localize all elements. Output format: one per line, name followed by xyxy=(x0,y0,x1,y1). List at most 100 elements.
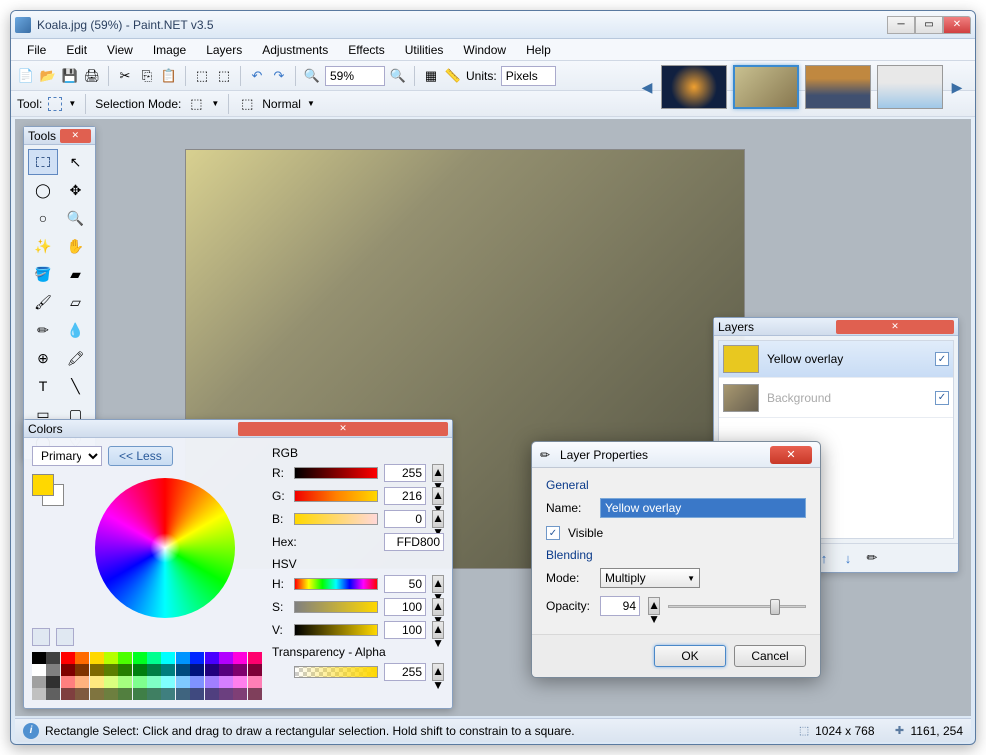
swatch[interactable] xyxy=(61,664,75,676)
r-input[interactable] xyxy=(384,464,426,482)
swatch[interactable] xyxy=(190,676,204,688)
layer-row-2[interactable]: Background ✓ xyxy=(719,378,953,418)
swatch[interactable] xyxy=(161,688,175,700)
move-selection-tool[interactable]: ↖ xyxy=(61,149,91,175)
swatch[interactable] xyxy=(219,688,233,700)
r-slider[interactable] xyxy=(294,467,378,479)
paintbrush-tool[interactable]: 🖌 xyxy=(28,289,58,315)
swatch[interactable] xyxy=(133,676,147,688)
layer-name-input[interactable] xyxy=(600,498,806,518)
less-button[interactable]: << Less xyxy=(108,446,173,466)
layer-properties-icon[interactable]: ✏ xyxy=(862,548,882,568)
clone-stamp-tool[interactable]: ⊕ xyxy=(28,345,58,371)
zoom-out-icon[interactable]: 🔍 xyxy=(303,67,321,85)
swatch[interactable] xyxy=(32,652,46,664)
swatch[interactable] xyxy=(75,652,89,664)
swatch[interactable] xyxy=(248,676,262,688)
layer-properties-dialog[interactable]: ✏ Layer Properties ✕ General Name: ✓ Vis… xyxy=(531,441,821,678)
color-swatches[interactable] xyxy=(32,474,68,510)
swatch[interactable] xyxy=(133,652,147,664)
minimize-button[interactable]: ─ xyxy=(887,16,915,34)
swatch[interactable] xyxy=(32,664,46,676)
color-wheel[interactable] xyxy=(95,478,235,618)
swatch[interactable] xyxy=(118,676,132,688)
titlebar[interactable]: Koala.jpg (59%) - Paint.NET v3.5 ─ ▭ ✕ xyxy=(11,11,975,39)
zoom-tool[interactable]: 🔍 xyxy=(61,205,91,231)
gradient-tool[interactable]: ▰ xyxy=(61,261,91,287)
close-button[interactable]: ✕ xyxy=(943,16,971,34)
swatch[interactable] xyxy=(118,652,132,664)
menu-adjustments[interactable]: Adjustments xyxy=(252,41,338,59)
redo-icon[interactable]: ↷ xyxy=(270,67,288,85)
tools-palette[interactable]: Tools ✕ ↖ ◯ ✥ ○ 🔍 ✨ ✋ 🪣 ▰ 🖌 ▱ ✏ 💧 ⊕ 🖍 T … xyxy=(23,126,96,460)
swatch[interactable] xyxy=(176,688,190,700)
opacity-spinner[interactable]: ▲▼ xyxy=(648,597,660,615)
swatch[interactable] xyxy=(90,664,104,676)
swatch[interactable] xyxy=(104,676,118,688)
move-pixels-tool[interactable]: ✥ xyxy=(61,177,91,203)
text-tool[interactable]: T xyxy=(28,373,58,399)
swatch[interactable] xyxy=(90,676,104,688)
thumb-prev-icon[interactable]: ◀ xyxy=(639,79,655,95)
layer-visible-1[interactable]: ✓ xyxy=(935,352,949,366)
maximize-button[interactable]: ▭ xyxy=(915,16,943,34)
r-spinner[interactable]: ▲▼ xyxy=(432,464,444,482)
swatch[interactable] xyxy=(190,652,204,664)
menu-utilities[interactable]: Utilities xyxy=(395,41,454,59)
swatch[interactable] xyxy=(147,652,161,664)
opacity-slider-thumb[interactable] xyxy=(770,599,780,615)
colors-palette[interactable]: Colors ✕ Primary << Less xyxy=(23,419,453,709)
swatch[interactable] xyxy=(90,652,104,664)
b-spinner[interactable]: ▲▼ xyxy=(432,510,444,528)
visible-checkbox[interactable]: ✓ xyxy=(546,526,560,540)
selected-tool-icon[interactable] xyxy=(48,97,62,111)
alpha-slider[interactable] xyxy=(294,666,378,678)
move-down-icon[interactable]: ↓ xyxy=(838,548,858,568)
selmode-dropdown-icon[interactable]: ▼ xyxy=(211,99,219,108)
b-slider[interactable] xyxy=(294,513,378,525)
pan-tool[interactable]: ✋ xyxy=(61,233,91,259)
swatch[interactable] xyxy=(46,688,60,700)
opacity-input[interactable] xyxy=(600,596,640,616)
swatch[interactable] xyxy=(104,688,118,700)
swatch[interactable] xyxy=(104,652,118,664)
swatch[interactable] xyxy=(46,664,60,676)
open-icon[interactable]: 📂 xyxy=(39,67,57,85)
new-icon[interactable]: 📄 xyxy=(17,67,35,85)
menu-window[interactable]: Window xyxy=(453,41,516,59)
a-spinner[interactable]: ▲▼ xyxy=(432,663,444,681)
menu-layers[interactable]: Layers xyxy=(196,41,252,59)
cancel-button[interactable]: Cancel xyxy=(734,645,806,667)
swatch[interactable] xyxy=(248,664,262,676)
pencil-tool[interactable]: ✏ xyxy=(28,317,58,343)
thumb-next-icon[interactable]: ▶ xyxy=(949,79,965,95)
g-slider[interactable] xyxy=(294,490,378,502)
flood-mode[interactable]: Normal xyxy=(262,97,301,111)
layers-close-icon[interactable]: ✕ xyxy=(836,320,954,334)
crop-icon[interactable]: ⬚ xyxy=(193,67,211,85)
units-select[interactable] xyxy=(501,66,556,86)
swatch[interactable] xyxy=(32,688,46,700)
colors-palette-title[interactable]: Colors ✕ xyxy=(24,420,452,438)
h-spinner[interactable]: ▲▼ xyxy=(432,575,444,593)
swatch[interactable] xyxy=(205,688,219,700)
swatch[interactable] xyxy=(147,676,161,688)
s-input[interactable] xyxy=(384,598,426,616)
v-spinner[interactable]: ▲▼ xyxy=(432,621,444,639)
recolor-tool[interactable]: 🖍 xyxy=(61,345,91,371)
swatch[interactable] xyxy=(219,664,233,676)
swatch[interactable] xyxy=(133,664,147,676)
v-slider[interactable] xyxy=(294,624,378,636)
document-thumb-3[interactable] xyxy=(805,65,871,109)
print-icon[interactable]: 🖨 xyxy=(83,67,101,85)
menu-help[interactable]: Help xyxy=(516,41,561,59)
swatch[interactable] xyxy=(248,652,262,664)
flood-dropdown-icon[interactable]: ▼ xyxy=(307,99,315,108)
swatch[interactable] xyxy=(161,664,175,676)
colors-close-icon[interactable]: ✕ xyxy=(238,422,448,436)
menu-effects[interactable]: Effects xyxy=(338,41,394,59)
swatch[interactable] xyxy=(248,688,262,700)
h-slider[interactable] xyxy=(294,578,378,590)
swatch[interactable] xyxy=(176,676,190,688)
swatch[interactable] xyxy=(219,676,233,688)
